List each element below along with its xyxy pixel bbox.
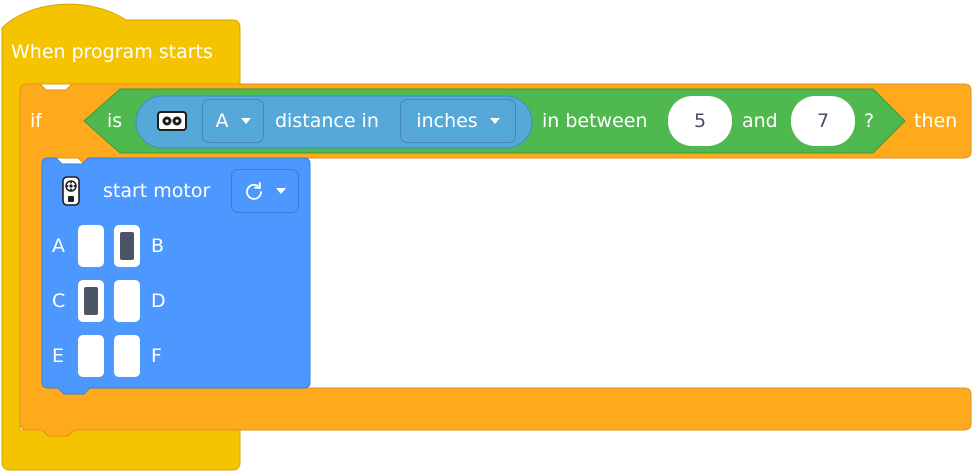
direction-dropdown[interactable]: [231, 169, 299, 213]
distance-label: distance in: [275, 110, 379, 132]
unit-value: inches: [416, 110, 478, 132]
unit-dropdown[interactable]: inches: [400, 99, 516, 143]
is-label: is: [107, 110, 123, 132]
chevron-down-icon: [489, 118, 500, 124]
port-toggle-e[interactable]: [78, 335, 104, 377]
motor-icon: [62, 176, 80, 206]
port-label-d: D: [151, 290, 166, 312]
hat-label: When program starts: [11, 41, 213, 63]
sensor-port-dropdown[interactable]: A: [202, 99, 264, 143]
port-toggle-b[interactable]: [114, 225, 140, 267]
clockwise-arrow-icon: [244, 181, 264, 201]
chevron-down-icon: [240, 118, 251, 124]
port-label-b: B: [151, 235, 165, 257]
port-fill: [84, 287, 98, 315]
port-fill: [120, 232, 134, 260]
port-label-c: C: [52, 290, 66, 312]
distance-sensor-icon: [157, 111, 187, 131]
and-label: and: [742, 110, 778, 132]
port-toggle-a[interactable]: [78, 225, 104, 267]
chevron-down-icon: [276, 188, 286, 194]
block-shapes: [1, 3, 972, 471]
port-toggle-d[interactable]: [114, 280, 140, 322]
sensor-port-value: A: [215, 110, 229, 132]
port-toggle-c[interactable]: [78, 280, 104, 322]
start-motor-label: start motor: [103, 180, 211, 202]
port-label-e: E: [52, 345, 65, 367]
then-label: then: [914, 110, 958, 132]
question-label: ?: [864, 110, 875, 132]
if-label: if: [30, 110, 42, 132]
port-toggle-f[interactable]: [114, 335, 140, 377]
high-value-input[interactable]: 7: [791, 96, 855, 146]
port-label-f: F: [151, 345, 162, 367]
between-label: in between: [542, 110, 648, 132]
low-value-input[interactable]: 5: [668, 96, 732, 146]
port-label-a: A: [52, 235, 65, 257]
